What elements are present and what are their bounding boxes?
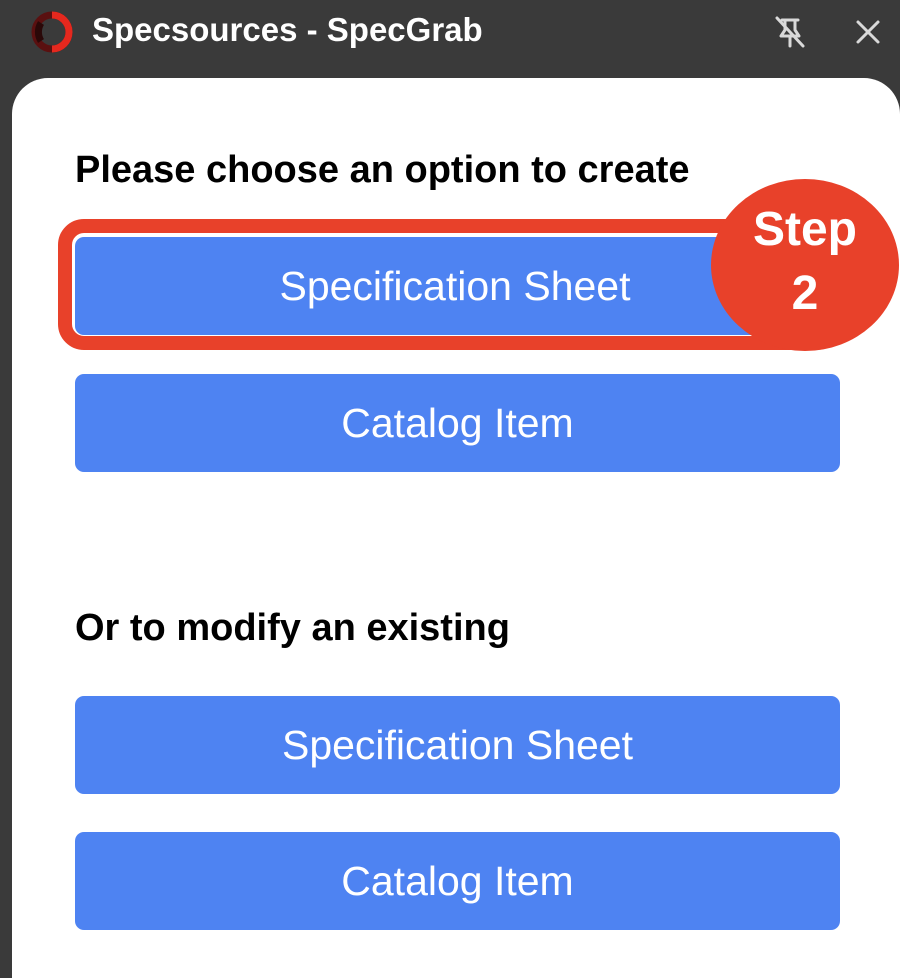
window-title: Specsources - SpecGrab: [92, 11, 483, 48]
specsources-logo-icon: [31, 11, 73, 53]
step-number: 2: [791, 267, 819, 320]
create-heading: Please choose an option to create: [75, 149, 690, 191]
modify-catalog-item-button[interactable]: Catalog Item: [75, 832, 840, 930]
title-bar: Specsources - SpecGrab: [0, 0, 900, 76]
step-word: Step: [752, 203, 857, 256]
pin-off-icon: [775, 16, 805, 48]
step-badge: Step 2: [711, 179, 899, 351]
close-icon: [856, 20, 880, 44]
modify-heading: Or to modify an existing: [75, 607, 510, 649]
create-catalog-item-button[interactable]: Catalog Item: [75, 374, 840, 472]
pin-button[interactable]: [770, 12, 810, 52]
close-button[interactable]: [848, 12, 888, 52]
modify-specification-sheet-button[interactable]: Specification Sheet: [75, 696, 840, 794]
